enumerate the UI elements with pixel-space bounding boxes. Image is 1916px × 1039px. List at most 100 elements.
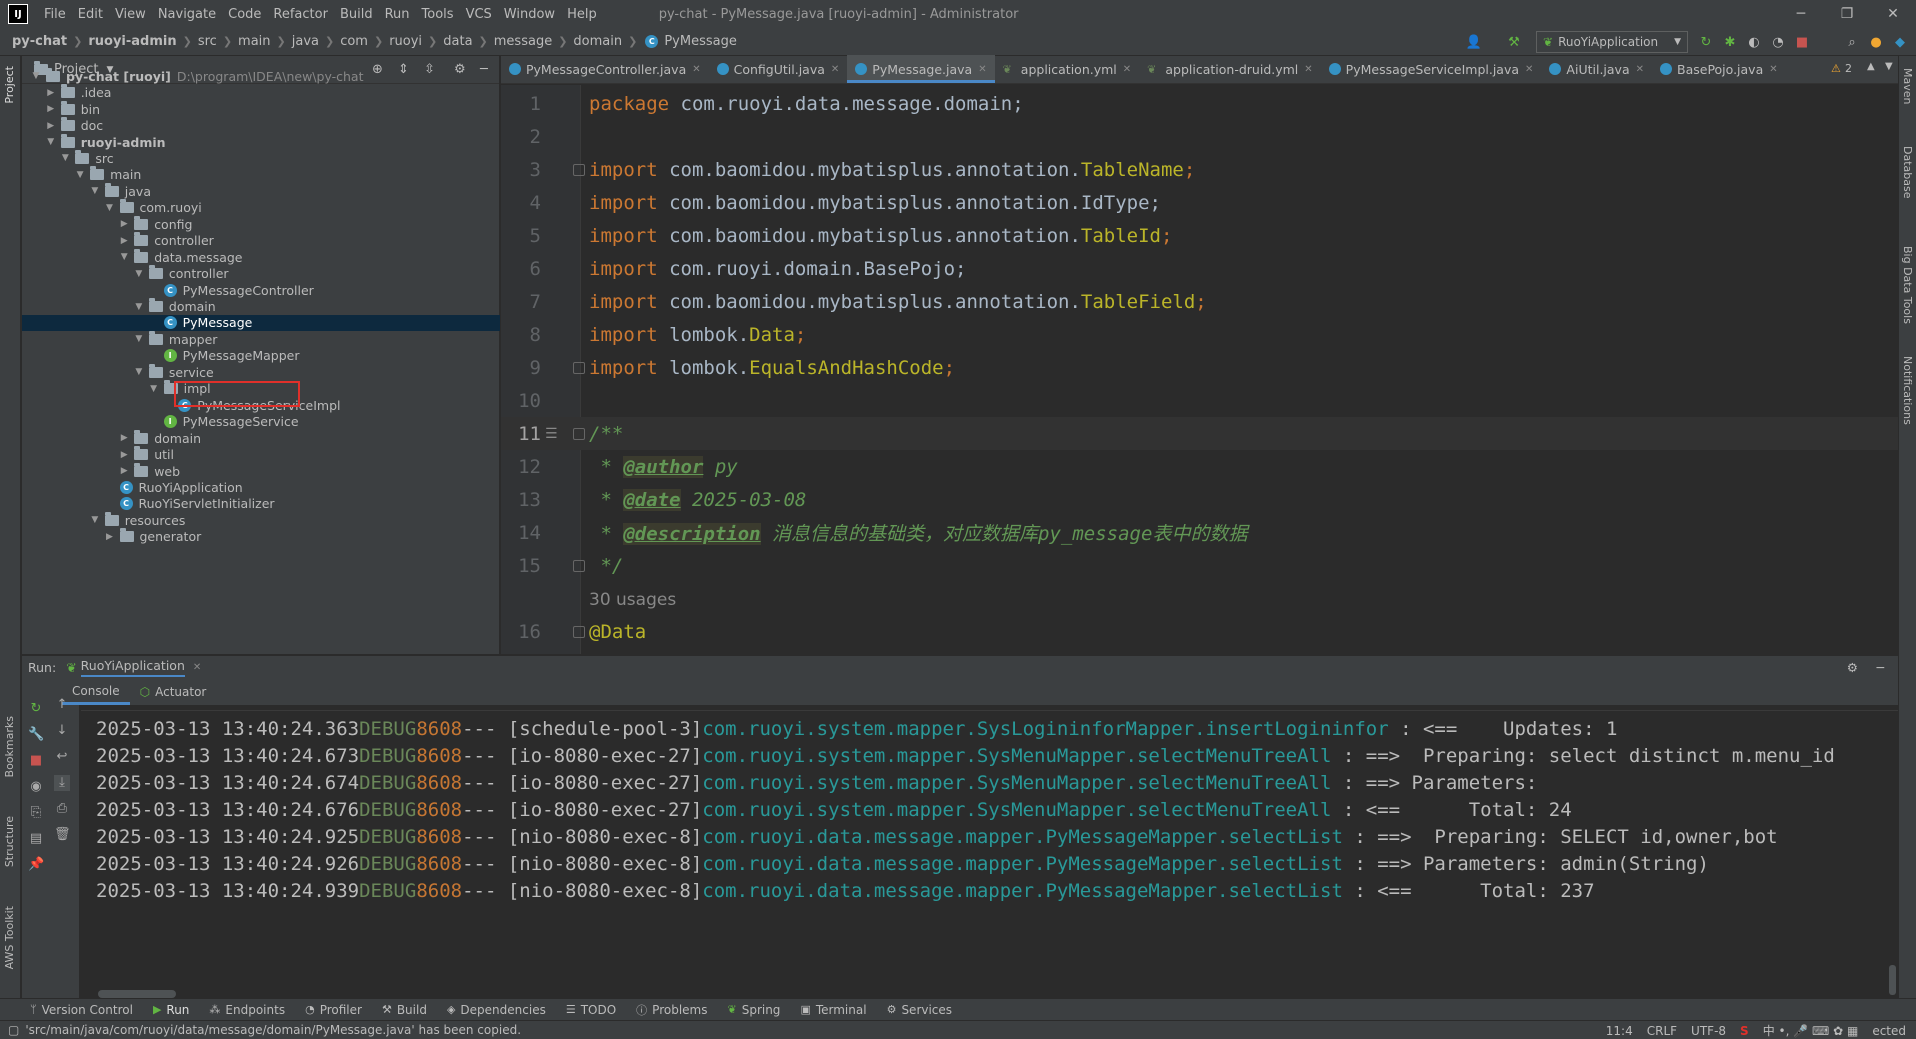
scroll-to-end-icon[interactable]: ⤓ xyxy=(54,775,70,791)
tree-folder-src[interactable]: ▼ src xyxy=(22,149,500,166)
status-message[interactable]: 'src/main/java/com/ruoyi/data/message/do… xyxy=(25,1023,521,1037)
tree-interface-pymessageservice[interactable]: I PyMessageService xyxy=(22,413,500,429)
chevron-right-icon[interactable]: ▶ xyxy=(118,450,130,460)
tree-class-pymessage[interactable]: C PyMessage xyxy=(22,314,500,332)
breadcrumb-class[interactable]: PyMessage xyxy=(664,34,737,49)
tree-package-message-controller[interactable]: ▼ controller xyxy=(22,265,500,281)
file-encoding[interactable]: UTF-8 xyxy=(1691,1024,1726,1038)
breadcrumb-ruoyi[interactable]: ruoyi xyxy=(389,34,422,49)
tree-package-web[interactable]: ▶ web xyxy=(22,462,500,479)
chevron-down-icon[interactable]: ▼ xyxy=(133,334,145,344)
big-data-tools-tab[interactable]: Big Data Tools xyxy=(1901,246,1914,324)
hide-icon[interactable]: ─ xyxy=(1876,660,1884,675)
tree-package-data-message[interactable]: ▼ data.message xyxy=(22,248,500,265)
fold-icon[interactable] xyxy=(573,427,585,440)
search-icon[interactable]: ⌕ xyxy=(1844,34,1860,50)
tree-class-ruoyiapplication[interactable]: C RuoYiApplication xyxy=(22,479,500,495)
chevron-down-icon[interactable]: ▼ xyxy=(59,153,71,163)
maven-tool-tab[interactable]: Maven xyxy=(1901,68,1914,104)
tool-endpoints[interactable]: ⁂ Endpoints xyxy=(209,1003,285,1017)
run-config-tab[interactable]: RuoYiApplication xyxy=(80,658,185,677)
log-logger[interactable]: com.ruoyi.system.mapper.SysLogininforMap… xyxy=(702,718,1388,740)
close-icon[interactable]: ✕ xyxy=(193,662,201,673)
close-icon[interactable]: ✕ xyxy=(1769,64,1777,75)
tree-folder-idea[interactable]: ▶ .idea xyxy=(22,84,500,100)
soft-wrap-icon[interactable]: ↩ xyxy=(54,749,70,765)
rerun-icon[interactable]: ↻ xyxy=(1698,34,1714,50)
tool-services[interactable]: ⚙ Services xyxy=(887,1003,952,1017)
console-output[interactable]: 2025-03-13 13:40:24.363 DEBUG 8608 --- [… xyxy=(81,705,1898,1005)
tab-pymessagecontroller[interactable]: PyMessageController.java ✕ xyxy=(501,55,709,83)
chevron-down-icon[interactable]: ▼ xyxy=(30,71,42,81)
chevron-right-icon[interactable]: ▶ xyxy=(45,104,57,114)
tool-dependencies[interactable]: ◈ Dependencies xyxy=(447,1003,546,1017)
trash-icon[interactable]: 🗑 xyxy=(54,827,71,843)
tab-console[interactable]: Console xyxy=(62,679,130,705)
close-icon[interactable]: ✕ xyxy=(1123,64,1131,75)
tree-package-domain[interactable]: ▶ domain xyxy=(22,429,500,446)
tree-folder-java[interactable]: ▼ java xyxy=(22,182,500,199)
chevron-right-icon[interactable]: ▶ xyxy=(118,466,130,476)
breadcrumb-com[interactable]: com xyxy=(340,34,368,49)
bookmarks-tool-tab[interactable]: Bookmarks xyxy=(3,716,16,777)
vertical-scrollbar[interactable] xyxy=(1889,965,1896,995)
code-editor[interactable]: 1 package com.ruoyi.data.message.domain; … xyxy=(501,85,1898,654)
tree-folder-bin[interactable]: ▶ bin xyxy=(22,100,500,117)
scroll-down-icon[interactable]: ↓ xyxy=(54,723,70,739)
log-logger[interactable]: com.ruoyi.system.mapper.SysMenuMapper.se… xyxy=(702,745,1331,767)
tool-version-control[interactable]: ᛘ Version Control xyxy=(30,1003,133,1017)
breadcrumb-main[interactable]: main xyxy=(238,34,270,49)
tree-package-com-ruoyi[interactable]: ▼ com.ruoyi xyxy=(22,199,500,216)
menu-file[interactable]: File xyxy=(38,7,72,22)
restore-button[interactable]: ❐ xyxy=(1824,0,1870,28)
stop-icon[interactable]: ■ xyxy=(28,753,44,769)
aws-toolkit-tool-tab[interactable]: AWS Toolkit xyxy=(3,906,16,969)
menu-build[interactable]: Build xyxy=(334,7,379,22)
fold-icon[interactable] xyxy=(573,361,585,374)
breadcrumb-java[interactable]: java xyxy=(292,34,319,49)
chevron-down-icon[interactable]: ▼ xyxy=(118,252,130,262)
debug-icon[interactable]: ✱ xyxy=(1722,34,1738,50)
update-icon[interactable]: ● xyxy=(1868,34,1884,50)
status-window-icon[interactable]: ▢ xyxy=(8,1023,19,1037)
close-icon[interactable]: ✕ xyxy=(1304,64,1312,75)
tool-spring[interactable]: ❦ Spring xyxy=(727,1003,780,1017)
log-logger[interactable]: com.ruoyi.data.message.mapper.PyMessageM… xyxy=(702,826,1343,848)
tab-application-druid-yml[interactable]: ❦ application-druid.yml ✕ xyxy=(1139,55,1321,83)
chevron-down-icon[interactable]: ▼ xyxy=(74,170,86,180)
breadcrumb-src[interactable]: src xyxy=(198,34,217,49)
close-icon[interactable]: ✕ xyxy=(1525,64,1533,75)
warning-icon[interactable]: ⚠ xyxy=(1831,62,1841,75)
log-logger[interactable]: com.ruoyi.system.mapper.SysMenuMapper.se… xyxy=(702,772,1331,794)
tree-module-ruoyi-admin[interactable]: ▼ ruoyi-admin xyxy=(22,133,500,150)
menu-navigate[interactable]: Navigate xyxy=(152,7,222,22)
menu-tools[interactable]: Tools xyxy=(416,7,460,22)
print-icon[interactable]: ⎙ xyxy=(54,801,70,817)
tab-basepojo[interactable]: BasePojo.java ✕ xyxy=(1652,55,1786,83)
minimize-button[interactable]: ─ xyxy=(1778,0,1824,28)
tool-build[interactable]: ⚒ Build xyxy=(382,1003,427,1017)
run-config-select[interactable]: ❦ RuoYiApplication ▼ xyxy=(1536,31,1688,53)
chevron-down-icon[interactable]: ▼ xyxy=(148,384,160,394)
code-inlay-usages[interactable]: 30 usages xyxy=(501,582,1898,615)
tool-terminal[interactable]: ▣ Terminal xyxy=(800,1003,866,1017)
tab-aiutil[interactable]: AiUtil.java ✕ xyxy=(1541,55,1652,83)
log-logger[interactable]: com.ruoyi.data.message.mapper.PyMessageM… xyxy=(702,880,1343,902)
chevron-right-icon[interactable]: ▶ xyxy=(118,219,130,229)
wrench-icon[interactable]: 🔧 xyxy=(28,727,44,743)
menu-refactor[interactable]: Refactor xyxy=(267,7,334,22)
database-tool-tab[interactable]: Database xyxy=(1901,146,1914,199)
tree-folder-generator[interactable]: ▶ generator xyxy=(22,528,500,545)
build-hammer-icon[interactable]: ⚒ xyxy=(1506,34,1522,50)
chevron-right-icon[interactable]: ▶ xyxy=(45,88,57,98)
tool-profiler[interactable]: ◔ Profiler xyxy=(305,1003,362,1017)
tree-package-util[interactable]: ▶ util xyxy=(22,446,500,462)
close-button[interactable]: ✕ xyxy=(1870,0,1916,28)
tree-class-pymessagecontroller[interactable]: C PyMessageController xyxy=(22,282,500,298)
stop-icon[interactable]: ■ xyxy=(1794,34,1810,50)
log-logger[interactable]: com.ruoyi.system.mapper.SysMenuMapper.se… xyxy=(702,799,1331,821)
menu-vcs[interactable]: VCS xyxy=(460,7,498,22)
notifications-tool-tab[interactable]: Notifications xyxy=(1901,356,1914,425)
horizontal-scrollbar[interactable] xyxy=(98,990,176,998)
pin-icon[interactable]: 📌 xyxy=(28,857,44,873)
